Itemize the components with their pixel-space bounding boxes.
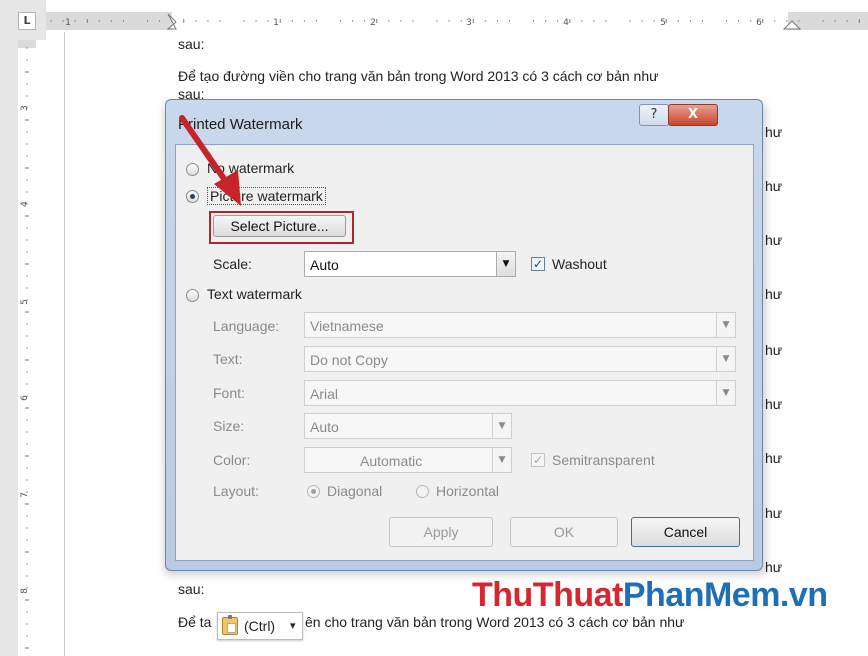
doc-text-fragment: hư	[765, 286, 783, 302]
doc-text-fragment: hư	[765, 505, 783, 521]
cancel-button[interactable]: Cancel	[631, 517, 740, 547]
doc-text-fragment: hư	[765, 342, 783, 358]
doc-text-line: Để tạo đường viền cho trang văn bản tron…	[178, 68, 659, 84]
semitransparent-checkbox[interactable]: ✓	[531, 453, 545, 467]
washout-label[interactable]: Washout	[552, 256, 607, 272]
color-dropdown[interactable]: Automatic ▼	[304, 447, 512, 473]
horizontal-radio[interactable]	[416, 485, 429, 498]
doc-text-fragment: hư	[765, 178, 783, 194]
font-dropdown[interactable]: Arial ▼	[304, 380, 736, 406]
chevron-down-icon[interactable]: ▼	[496, 252, 515, 276]
doc-text-fragment: hư	[765, 232, 783, 248]
doc-text-line: sau:	[178, 581, 205, 597]
washout-checkbox[interactable]: ✓	[531, 257, 545, 271]
text-watermark-label[interactable]: Text watermark	[207, 286, 302, 302]
doc-text-line: sau:	[178, 36, 205, 52]
chevron-down-icon[interactable]: ▼	[716, 347, 735, 371]
color-label: Color:	[213, 452, 251, 468]
doc-text-fragment: hư	[765, 124, 783, 140]
color-value: Automatic	[360, 453, 423, 469]
apply-button[interactable]: Apply	[389, 517, 493, 547]
left-gutter	[0, 40, 18, 656]
ruler-ticks: 1 1 2 3 4 5 6	[50, 13, 860, 30]
size-combobox[interactable]: Auto ▼	[304, 413, 512, 439]
clipboard-icon	[222, 615, 238, 635]
ok-button[interactable]: OK	[510, 517, 618, 547]
horizontal-ruler[interactable]: 1 1 2 3 4 5 6	[46, 12, 868, 30]
brand-part2: PhanMem.vn	[622, 576, 828, 614]
chevron-down-icon: ▾	[290, 620, 296, 632]
picture-watermark-radio[interactable]	[186, 190, 199, 203]
chevron-down-icon[interactable]: ▼	[716, 381, 735, 405]
text-watermark-radio[interactable]	[186, 289, 199, 302]
doc-text-fragment: hư	[765, 450, 783, 466]
ruler-number: 8	[20, 588, 30, 594]
dialog-content: No watermark Picture watermark Select Pi…	[175, 144, 754, 561]
first-line-indent-marker	[166, 13, 177, 30]
brand-part1: ThuThuat	[472, 576, 623, 614]
ruler-number: 4	[563, 18, 569, 28]
tab-selector-button[interactable]: L	[18, 12, 36, 30]
ruler-number: 4	[20, 201, 30, 207]
semitransparent-label[interactable]: Semitransparent	[552, 452, 655, 468]
watermark-text-value: Do not Copy	[310, 352, 388, 368]
diagonal-radio[interactable]	[307, 485, 320, 498]
dialog-title: Printed Watermark	[178, 116, 303, 133]
ruler-number: 1	[65, 18, 71, 28]
layout-label: Layout:	[213, 483, 259, 499]
picture-watermark-label[interactable]: Picture watermark	[207, 187, 326, 205]
right-indent-marker	[782, 20, 802, 30]
diagonal-label[interactable]: Diagonal	[327, 483, 382, 499]
scale-value: Auto	[310, 257, 339, 273]
font-label: Font:	[213, 385, 245, 401]
printed-watermark-dialog: Printed Watermark ? X No watermark Pictu…	[165, 99, 763, 571]
no-watermark-label[interactable]: No watermark	[207, 160, 294, 176]
doc-text-fragment: hư	[765, 559, 783, 575]
ruler-number: 5	[660, 18, 666, 28]
watermark-text-combobox[interactable]: Do not Copy ▼	[304, 346, 736, 372]
horizontal-label[interactable]: Horizontal	[436, 483, 499, 499]
size-value: Auto	[310, 419, 339, 435]
ruler-number: 1	[273, 18, 279, 28]
ruler-number: 6	[756, 18, 762, 28]
vertical-ruler[interactable]: 3 4 5 6 7 8	[18, 40, 36, 656]
scale-label: Scale:	[213, 256, 252, 272]
scale-dropdown[interactable]: Auto ▼	[304, 251, 516, 277]
ruler-number: 2	[370, 18, 376, 28]
close-button[interactable]: X	[668, 104, 718, 126]
paste-options-button[interactable]: (Ctrl) ▾	[217, 612, 303, 640]
paste-options-label: (Ctrl)	[244, 618, 276, 634]
no-watermark-radio[interactable]	[186, 163, 199, 176]
language-label: Language:	[213, 318, 280, 334]
doc-text-fragment: hư	[765, 396, 783, 412]
doc-text-line: ên cho trang văn bản trong Word 2013 có …	[305, 614, 685, 630]
select-picture-button[interactable]: Select Picture...	[213, 215, 346, 237]
chevron-down-icon[interactable]: ▼	[492, 414, 511, 438]
ruler-number: 3	[20, 105, 30, 111]
text-label: Text:	[213, 351, 243, 367]
brand-logo: ThuThuatPhanMem.vn	[472, 576, 828, 615]
size-label: Size:	[213, 418, 245, 434]
ruler-number: 3	[466, 18, 472, 28]
language-dropdown[interactable]: Vietnamese ▼	[304, 312, 736, 338]
ruler-number: 5	[20, 299, 30, 305]
chevron-down-icon[interactable]: ▼	[716, 313, 735, 337]
ruler-number: 6	[20, 395, 30, 401]
vertical-ruler-ticks: 3 4 5 6 7 8	[20, 47, 30, 649]
chevron-down-icon[interactable]: ▼	[492, 448, 511, 472]
help-button[interactable]: ?	[639, 104, 669, 126]
font-value: Arial	[310, 386, 339, 402]
language-value: Vietnamese	[310, 318, 384, 334]
doc-text-line: Để ta	[178, 614, 212, 630]
page-gap	[36, 40, 64, 656]
ruler-number: 7	[20, 492, 30, 498]
